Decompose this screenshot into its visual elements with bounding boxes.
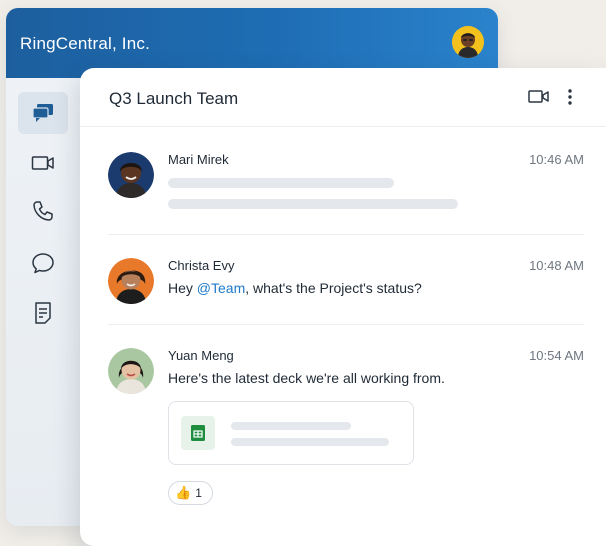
video-icon (31, 156, 54, 170)
message-time: 10:48 AM (529, 258, 584, 273)
avatar-image (108, 258, 154, 304)
rail-item-phone[interactable] (18, 190, 68, 232)
message-divider (108, 324, 584, 325)
avatar[interactable] (108, 258, 154, 304)
user-avatar-image (452, 26, 484, 58)
message-text-placeholder (168, 199, 458, 209)
rail-item-messages[interactable] (18, 92, 68, 134)
thumbs-up-icon: 👍 (175, 485, 192, 500)
more-options-button[interactable] (566, 88, 574, 111)
message-icon (32, 253, 54, 274)
message-text-placeholder (168, 178, 394, 188)
avatar-image (108, 348, 154, 394)
nav-rail (6, 78, 82, 526)
company-name: RingCentral, Inc. (20, 34, 151, 53)
message-author: Christa Evy (168, 258, 235, 273)
message-item: Christa Evy 10:48 AM Hey @Team, what's t… (108, 258, 584, 308)
avatar[interactable] (108, 348, 154, 394)
message-item: Yuan Meng 10:54 AM Here's the latest dec… (108, 348, 584, 518)
message-author: Yuan Meng (168, 348, 234, 363)
conversation-title: Q3 Launch Team (109, 89, 239, 108)
phone-icon (33, 201, 53, 221)
conversation-header: Q3 Launch Team (80, 68, 606, 127)
message-text-prefix: Hey (168, 280, 197, 296)
avatar[interactable] (108, 152, 154, 198)
more-vertical-icon (568, 89, 572, 105)
video-call-button[interactable] (528, 88, 550, 111)
user-avatar[interactable] (452, 26, 484, 58)
reaction-count: 1 (195, 486, 202, 500)
message-text-suffix: , what's the Project's status? (245, 280, 422, 296)
message-text: Hey @Team, what's the Project's status? (168, 280, 422, 296)
message-item: Mari Mirek 10:46 AM (108, 152, 584, 222)
message-time: 10:46 AM (529, 152, 584, 167)
message-divider (108, 234, 584, 235)
message-author: Mari Mirek (168, 152, 229, 167)
notes-icon (35, 302, 51, 324)
avatar-image (108, 152, 154, 198)
file-name-placeholder (231, 422, 351, 430)
file-meta-placeholder (231, 438, 389, 446)
rail-item-notes[interactable] (18, 292, 68, 334)
mention-link[interactable]: @Team (197, 280, 245, 296)
spreadsheet-icon (191, 425, 205, 441)
video-call-icon (528, 90, 549, 103)
file-thumbnail (181, 416, 215, 450)
file-attachment[interactable] (168, 401, 414, 465)
chat-bubbles-icon (32, 104, 53, 122)
reaction-chip[interactable]: 👍 1 (168, 481, 213, 505)
conversation-panel: Q3 Launch Team Mari Mirek 10:46 AM Chris… (80, 68, 606, 546)
message-time: 10:54 AM (529, 348, 584, 363)
rail-item-video[interactable] (18, 142, 68, 184)
message-text: Here's the latest deck we're all working… (168, 370, 445, 386)
rail-item-chat[interactable] (18, 242, 68, 284)
